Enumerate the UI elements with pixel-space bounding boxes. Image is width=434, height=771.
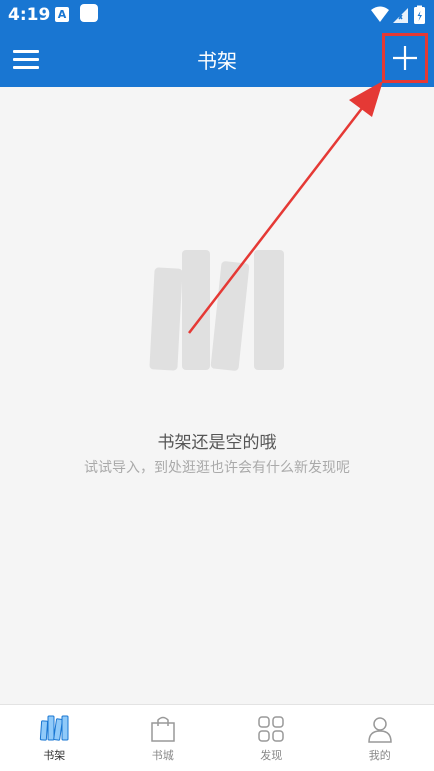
- status-bar: 4:19 A: [0, 0, 434, 31]
- nav-label: 书城: [151, 749, 174, 762]
- nav-label: 书架: [43, 749, 66, 762]
- status-time: 4:19: [8, 5, 51, 25]
- bookshelf-icon: [40, 715, 69, 741]
- plus-icon: [393, 46, 417, 70]
- nav-item-discover[interactable]: 发现: [217, 705, 326, 771]
- notification-square-icon: [80, 4, 98, 22]
- grid-icon: [258, 716, 284, 742]
- battery-icon: [414, 5, 425, 24]
- app-bar: 书架: [0, 31, 434, 87]
- empty-state-subtitle: 试试导入，到处逛逛也许会有什么新发现呢: [84, 460, 350, 476]
- nav-item-bookstore[interactable]: 书城: [109, 705, 218, 771]
- bookshelf-icon: [149, 250, 284, 371]
- wifi-icon: [371, 6, 389, 22]
- nav-item-mine[interactable]: 我的: [326, 705, 434, 771]
- nav-item-bookshelf[interactable]: 书架: [0, 705, 109, 771]
- bookshelf-content: 书架还是空的哦 试试导入，到处逛逛也许会有什么新发现呢: [0, 87, 434, 704]
- nav-label: 发现: [260, 749, 283, 762]
- nav-label: 我的: [368, 749, 391, 762]
- empty-state-title: 书架还是空的哦: [157, 433, 277, 453]
- add-book-button[interactable]: [382, 33, 428, 83]
- user-icon: [367, 717, 392, 743]
- bottom-navigation: 书架 书城 发现 我的: [0, 704, 434, 771]
- page-title: 书架: [197, 49, 237, 73]
- signal-icon: [393, 8, 408, 23]
- shopping-bag-icon: [151, 716, 175, 742]
- system-icons: [370, 5, 428, 25]
- notification-app-icon: A: [55, 7, 69, 22]
